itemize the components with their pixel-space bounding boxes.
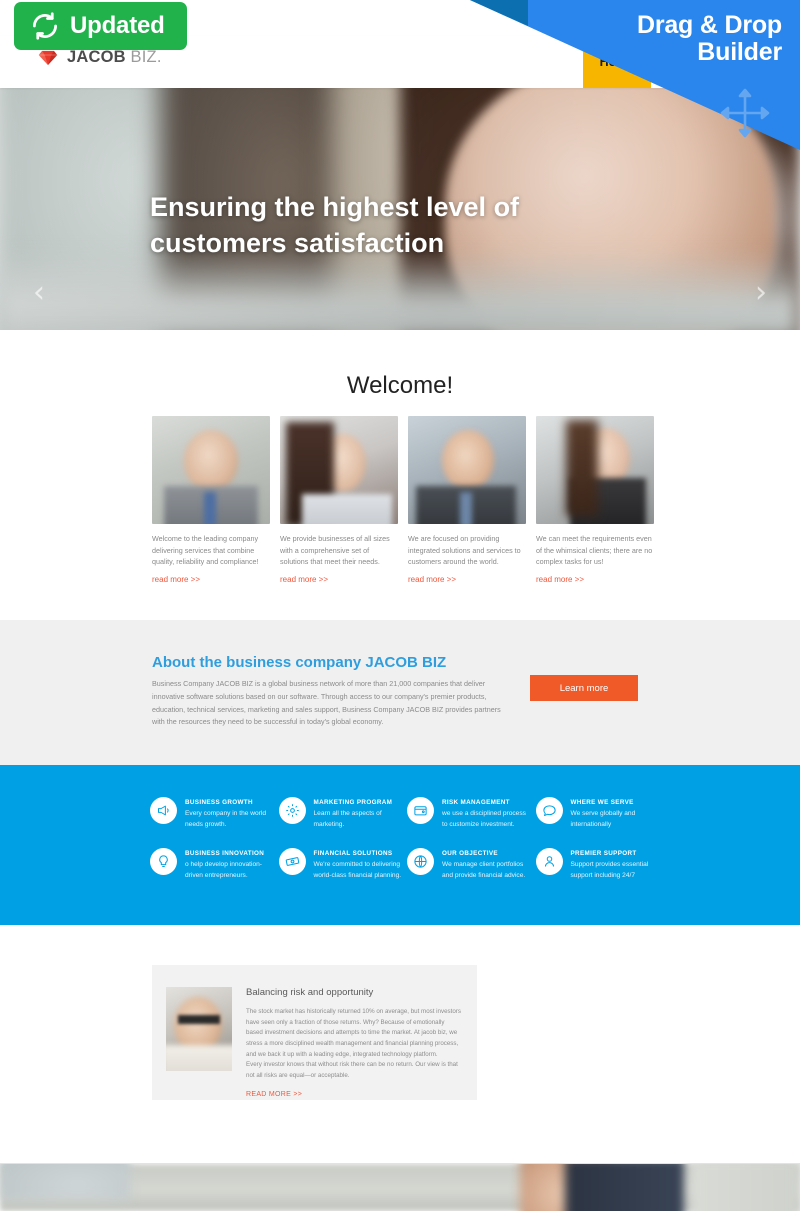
feature-text: We manage client portfolios and provide … (442, 861, 526, 879)
card-read-more-link[interactable]: read more >> (408, 575, 456, 584)
hero-next-arrow-icon[interactable]: › (748, 278, 774, 308)
nav-item-services[interactable]: Services (718, 36, 800, 88)
learn-more-button[interactable]: Learn more (530, 675, 638, 701)
blog-read-more-link[interactable]: READ MORE >> (246, 1091, 302, 1098)
refresh-icon (33, 12, 57, 40)
globe-icon (407, 848, 434, 876)
welcome-card: Welcome to the leading company deliverin… (152, 416, 270, 587)
features-grid: BUSINESS GROWTH Every company in the wor… (150, 797, 660, 881)
welcome-cards: Welcome to the leading company deliverin… (152, 416, 654, 587)
footer-image (0, 1163, 800, 1211)
page-root: JACOB BIZ. Home About Services Ensuring … (0, 0, 800, 1211)
hero-slider: Ensuring the highest level of customers … (0, 82, 800, 330)
feature-text: Support provides essential support inclu… (570, 861, 649, 879)
hero-title: Ensuring the highest level of customers … (150, 192, 520, 258)
welcome-card: We can meet the requirements even of the… (536, 416, 654, 587)
nav-item-about[interactable]: About (651, 36, 718, 88)
feature-title: BUSINESS INNOVATION (185, 850, 265, 858)
blog-post-body: Balancing risk and opportunity The stock… (246, 987, 463, 1098)
user-support-icon (535, 848, 563, 876)
feature-item: BUSINESS GROWTH Every company in the wor… (150, 797, 275, 830)
wallet-icon (407, 797, 434, 824)
site-logo[interactable]: JACOB BIZ. (38, 48, 162, 67)
card-text: We can meet the requirements even of the… (536, 534, 653, 567)
welcome-title: Welcome! (346, 372, 454, 399)
card-read-more-link[interactable]: read more >> (536, 575, 584, 584)
updated-badge-label: Updated (70, 12, 165, 39)
feature-title: PREMIER SUPPORT (570, 850, 637, 858)
card-image (280, 416, 398, 524)
megaphone-icon (150, 797, 177, 824)
welcome-card: We provide businesses of all sizes with … (280, 416, 398, 587)
card-image (408, 416, 526, 524)
feature-title: WHERE WE SERVE (570, 799, 634, 806)
main-navigation: Home About Services (582, 36, 800, 88)
welcome-card: We are focused on providing integrated s… (408, 416, 526, 587)
blog-section: Balancing risk and opportunity The stock… (0, 925, 800, 1163)
logo-text-bold: JACOB (67, 48, 126, 66)
feature-text: Every company in the world needs growth. (185, 810, 266, 828)
card-read-more-link[interactable]: read more >> (152, 575, 200, 584)
card-text: We are focused on providing integrated s… (408, 534, 521, 567)
card-text: Welcome to the leading company deliverin… (152, 534, 259, 567)
logo-text: JACOB BIZ. (67, 48, 162, 67)
ribbon-line-1: Drag & Drop (636, 11, 782, 39)
blog-post-paragraph-2: Every investor knows that without risk t… (246, 1061, 458, 1079)
feature-text: o help develop innovation-driven entrepr… (185, 861, 262, 879)
gear-icon (278, 797, 306, 824)
card-image (536, 416, 654, 524)
about-text: Business Company JACOB BIZ is a global b… (152, 679, 501, 727)
nav-item-home[interactable]: Home (582, 36, 652, 88)
features-section: BUSINESS GROWTH Every company in the wor… (0, 765, 800, 925)
card-image (152, 416, 270, 524)
feature-title: MARKETING PROGRAM (313, 799, 393, 806)
blog-post-image (166, 987, 232, 1071)
feature-title: OUR OBJECTIVE (442, 850, 498, 858)
feature-item: RISK MANAGEMENT we use a disciplined pro… (407, 797, 532, 830)
logo-text-light: BIZ. (125, 48, 162, 66)
card-text: We provide businesses of all sizes with … (280, 534, 390, 567)
feature-item: PREMIER SUPPORT Support provides essenti… (535, 848, 661, 881)
feature-item: FINANCIAL SOLUTIONS We're committed to d… (278, 848, 404, 881)
feature-title: BUSINESS GROWTH (185, 799, 253, 806)
card-read-more-link[interactable]: read more >> (280, 575, 328, 584)
about-section: About the business company JACOB BIZ Bus… (0, 620, 800, 765)
updated-badge: Updated (14, 2, 187, 50)
blog-post-paragraph-1: The stock market has historically return… (246, 1008, 461, 1058)
blog-post: Balancing risk and opportunity The stock… (152, 965, 477, 1100)
blog-post-title: Balancing risk and opportunity (246, 987, 374, 998)
feature-text: we use a disciplined process to customiz… (442, 810, 526, 828)
money-icon (278, 848, 306, 876)
feature-item: OUR OBJECTIVE We manage client portfolio… (407, 848, 532, 881)
ribbon-fold (470, 0, 528, 26)
feature-title: RISK MANAGEMENT (442, 799, 510, 806)
feature-item: MARKETING PROGRAM Learn all the aspects … (278, 797, 404, 830)
feature-text: Learn all the aspects of marketing. (313, 810, 382, 828)
chat-bubble-icon (535, 797, 563, 824)
feature-item: BUSINESS INNOVATION o help develop innov… (150, 848, 275, 881)
feature-item: WHERE WE SERVE We serve globally and int… (535, 797, 661, 830)
feature-text: We're committed to delivering world-clas… (313, 861, 402, 879)
diamond-icon (38, 50, 58, 65)
about-title: About the business company JACOB BIZ (152, 654, 447, 671)
feature-text: We serve globally and internationally (570, 810, 636, 828)
welcome-section: Welcome! Welcome to the leading company … (0, 330, 800, 620)
feature-title: FINANCIAL SOLUTIONS (313, 850, 393, 858)
hero-prev-arrow-icon[interactable]: ‹ (26, 278, 52, 308)
lightbulb-icon (150, 848, 177, 876)
